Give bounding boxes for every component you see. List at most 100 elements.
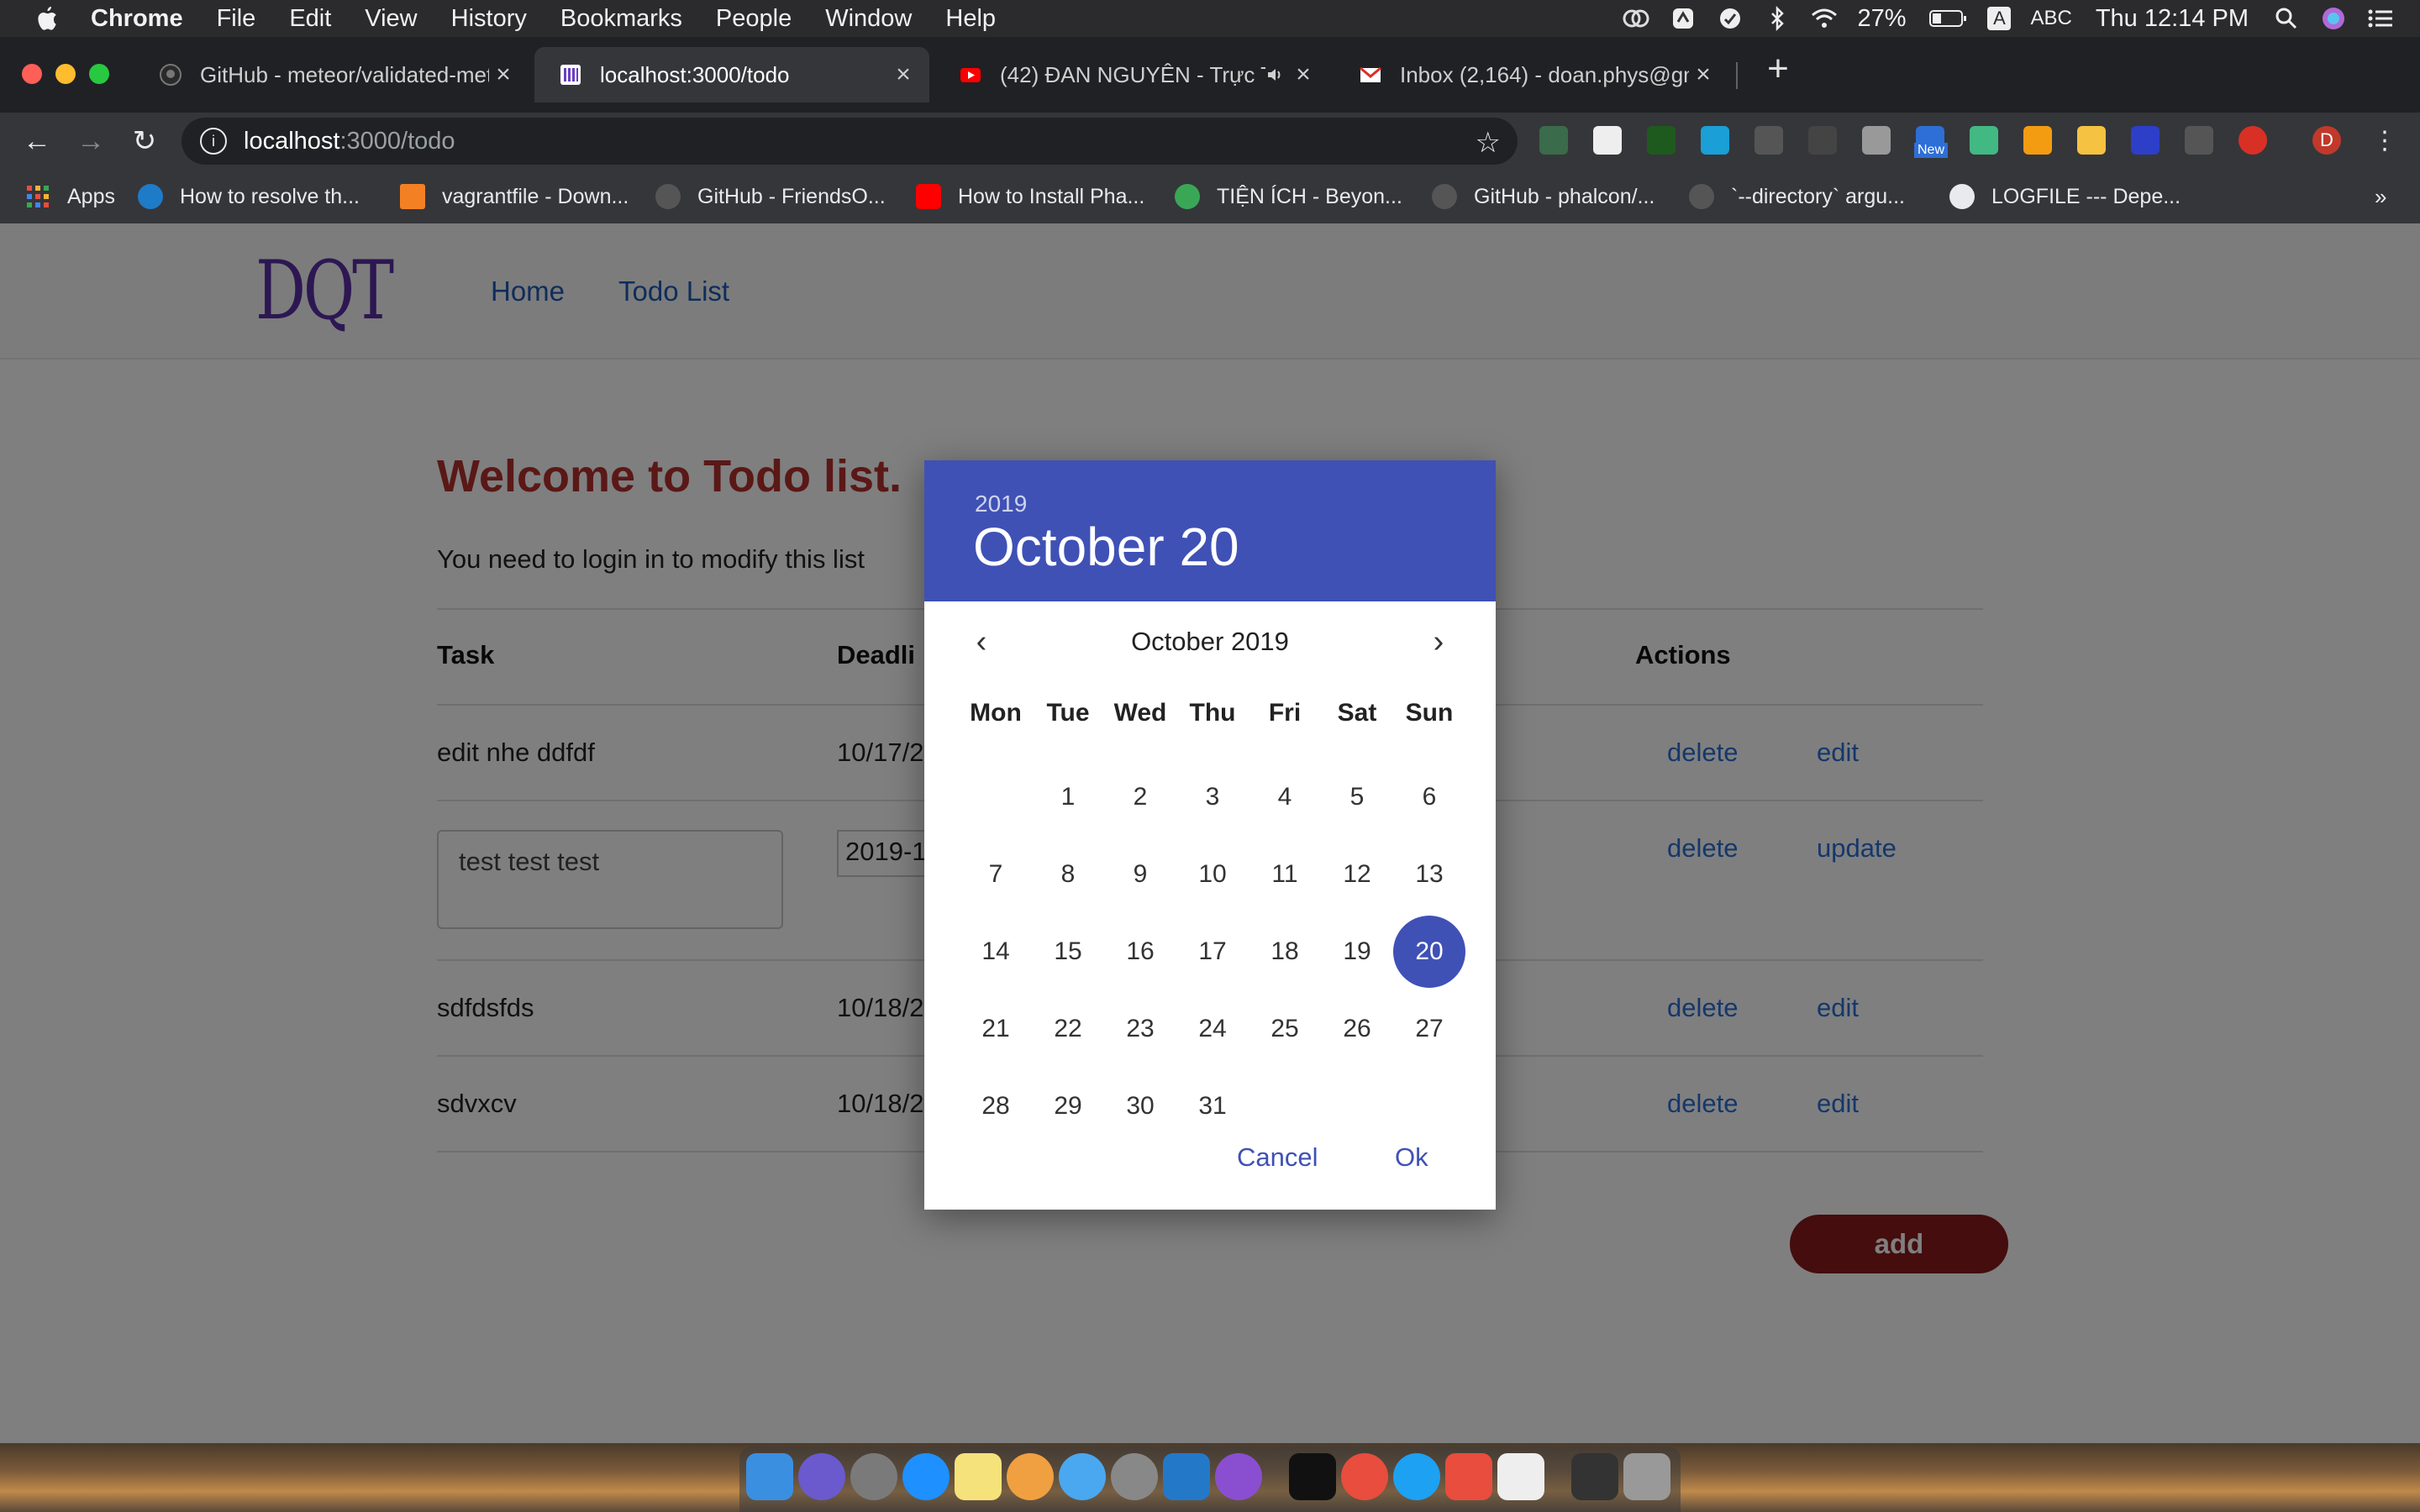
date-picker-year[interactable]: 2019 <box>975 491 1027 517</box>
tab-gmail-inbox[interactable]: Inbox (2,164) - doan.phys@gm × <box>1334 47 1729 102</box>
notes-icon[interactable] <box>955 1453 1002 1500</box>
extension-camera-icon[interactable] <box>1862 126 1891 155</box>
chrome-menu-icon[interactable]: ⋮ <box>2368 124 2402 158</box>
tab-close-icon[interactable]: × <box>1689 60 1718 89</box>
profile-avatar[interactable]: D <box>2312 126 2341 155</box>
extension-news-icon[interactable]: New <box>1914 126 1949 158</box>
trash-icon[interactable] <box>1623 1453 1670 1500</box>
cancel-button[interactable]: Cancel <box>1237 1142 1318 1173</box>
extension-sq-icon[interactable] <box>1754 126 1783 155</box>
xmind-icon[interactable] <box>1445 1453 1492 1500</box>
calendar-day[interactable]: 28 <box>960 1070 1032 1142</box>
menu-history[interactable]: History <box>451 5 527 33</box>
calendar-day[interactable]: 18 <box>1249 916 1321 988</box>
calendar-day[interactable]: 26 <box>1321 993 1393 1065</box>
calendar-day[interactable]: 24 <box>1176 993 1249 1065</box>
notification-center-icon[interactable] <box>2366 6 2395 31</box>
calendar-day[interactable]: 11 <box>1249 838 1321 911</box>
calendar-day[interactable]: 9 <box>1104 838 1176 911</box>
calendar-day[interactable]: 6 <box>1393 761 1465 833</box>
menu-file[interactable]: File <box>217 5 256 33</box>
screenshot-stack-icon[interactable] <box>1571 1453 1618 1500</box>
bluetooth-icon[interactable] <box>1763 6 1791 31</box>
ok-button[interactable]: Ok <box>1395 1142 1428 1173</box>
tab-youtube[interactable]: (42) ĐAN NGUYÊN - Trực T × <box>934 47 1329 102</box>
siri-dock-icon[interactable] <box>798 1453 845 1500</box>
textedit-icon[interactable] <box>1497 1453 1544 1500</box>
calendar-day[interactable]: 22 <box>1032 993 1104 1065</box>
calendar-day[interactable]: 10 <box>1176 838 1249 911</box>
chrome-icon[interactable] <box>1341 1453 1388 1500</box>
tab-close-icon[interactable]: × <box>889 60 918 89</box>
calendar-day[interactable]: 1 <box>1032 761 1104 833</box>
extension-vimeo-icon[interactable] <box>1701 126 1729 155</box>
calendar-day[interactable]: 3 <box>1176 761 1249 833</box>
bookmarks-overflow-icon[interactable]: » <box>2375 181 2386 212</box>
calendar-day[interactable]: 29 <box>1032 1070 1104 1142</box>
tab-localhost-todo[interactable]: localhost:3000/todo × <box>534 47 929 102</box>
wifi-icon[interactable] <box>1810 6 1839 31</box>
bookmark-how-to-install[interactable]: How to Install Pha... <box>916 181 1144 212</box>
bookmark-github-friends[interactable]: GitHub - FriendsO... <box>655 181 886 212</box>
extension-reader-icon[interactable] <box>1593 126 1622 155</box>
calendar-day[interactable]: 30 <box>1104 1070 1176 1142</box>
menu-app-name[interactable]: Chrome <box>91 5 183 33</box>
tab-close-icon[interactable]: × <box>1289 60 1318 89</box>
bookmark-github-phalcon[interactable]: GitHub - phalcon/... <box>1432 181 1655 212</box>
siri-icon[interactable] <box>2319 6 2348 31</box>
address-bar[interactable]: i localhost:3000/todo ☆ <box>182 118 1518 165</box>
tab-audio-icon[interactable] <box>1265 66 1284 84</box>
calendar-day[interactable]: 19 <box>1321 916 1393 988</box>
extension-notes-icon[interactable] <box>2077 126 2106 155</box>
calendar-day[interactable]: 5 <box>1321 761 1393 833</box>
calendar-day[interactable]: 14 <box>960 916 1032 988</box>
tab-github-validated-method[interactable]: GitHub - meteor/validated-met × <box>134 47 529 102</box>
calendar-day[interactable]: 17 <box>1176 916 1249 988</box>
new-tab-button[interactable]: + <box>1761 50 1795 87</box>
github-desktop-icon[interactable] <box>1215 1453 1262 1500</box>
menu-bookmarks[interactable]: Bookmarks <box>560 5 682 33</box>
menu-view[interactable]: View <box>365 5 417 33</box>
bookmark-vagrantfile[interactable]: vagrantfile - Down... <box>400 181 629 212</box>
extension-grid-icon[interactable] <box>2185 126 2213 155</box>
menu-edit[interactable]: Edit <box>289 5 331 33</box>
calendar-day[interactable]: 16 <box>1104 916 1176 988</box>
calendar-day[interactable]: 25 <box>1249 993 1321 1065</box>
calendar-day-selected[interactable]: 20 <box>1393 916 1465 988</box>
menu-help[interactable]: Help <box>945 5 996 33</box>
calendar-day[interactable]: 4 <box>1249 761 1321 833</box>
forward-arrow-icon[interactable]: → <box>74 124 108 158</box>
sync-icon[interactable] <box>1669 6 1697 31</box>
extension-green-icon[interactable] <box>1647 126 1676 155</box>
input-source-icon[interactable]: A <box>1986 6 2012 31</box>
creative-cloud-icon[interactable] <box>1622 6 1650 31</box>
photos-icon[interactable] <box>1007 1453 1054 1500</box>
calendar-day[interactable]: 21 <box>960 993 1032 1065</box>
bookmark-logfile[interactable]: LOGFILE --- Depe... <box>1949 181 2181 212</box>
calendar-day[interactable]: 27 <box>1393 993 1465 1065</box>
calendar-day[interactable]: 12 <box>1321 838 1393 911</box>
menu-people[interactable]: People <box>716 5 792 33</box>
extension-font-icon[interactable] <box>1808 126 1837 155</box>
bookmark-tien-ich[interactable]: TIỆN ÍCH - Beyon... <box>1175 181 1402 212</box>
messenger-icon[interactable] <box>1716 6 1744 31</box>
date-picker-selected-date[interactable]: October 20 <box>973 516 1239 578</box>
calendar-day[interactable]: 23 <box>1104 993 1176 1065</box>
input-source-label[interactable]: ABC <box>2030 7 2071 30</box>
safari-icon[interactable] <box>902 1453 950 1500</box>
bookmark-apps[interactable]: Apps <box>25 181 115 212</box>
system-preferences-icon[interactable] <box>1111 1453 1158 1500</box>
back-arrow-icon[interactable]: ← <box>20 124 54 158</box>
terminal-icon[interactable] <box>1289 1453 1336 1500</box>
window-zoom-button[interactable] <box>89 64 109 84</box>
spotlight-search-icon[interactable] <box>2272 6 2301 31</box>
tab-close-icon[interactable]: × <box>489 60 518 89</box>
messages-icon[interactable] <box>1059 1453 1106 1500</box>
battery-icon[interactable] <box>1929 6 1968 31</box>
window-minimize-button[interactable] <box>55 64 76 84</box>
clock[interactable]: Thu 12:14 PM <box>2096 5 2249 33</box>
extension-vue-icon[interactable] <box>1970 126 1998 155</box>
bookmark-directory-argument[interactable]: `--directory` argu... <box>1689 181 1905 212</box>
reload-icon[interactable]: ↻ <box>128 124 161 158</box>
extension-barcode-icon[interactable] <box>2131 126 2160 155</box>
